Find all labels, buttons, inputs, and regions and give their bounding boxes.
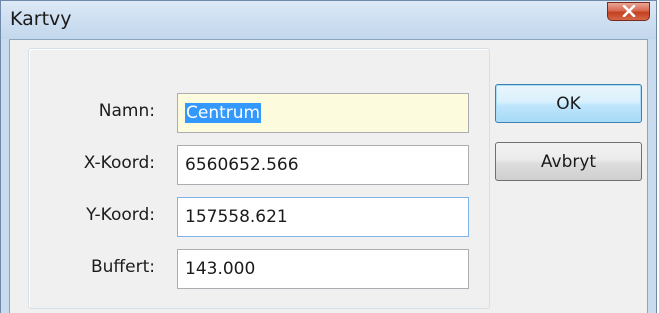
close-icon [622,2,636,21]
ok-button[interactable]: OK [495,84,642,123]
namn-input[interactable]: Centrum [177,93,469,133]
dialog-body: Namn: Centrum X-Koord: 6560652.566 Y-Koo… [9,39,648,313]
title-bar[interactable]: Kartvy [1,1,656,39]
cancel-button[interactable]: Avbryt [495,142,642,181]
buffert-label: Buffert: [91,257,155,277]
namn-label: Namn: [98,101,155,121]
dialog-window: Kartvy Namn: Centrum X-Koord: 6560652.56… [0,0,657,313]
fields-group: Namn: Centrum X-Koord: 6560652.566 Y-Koo… [28,48,490,309]
namn-value: Centrum [185,103,262,123]
y-koord-input[interactable]: 157558.621 [177,197,469,237]
buffert-input[interactable]: 143.000 [177,249,469,289]
x-koord-input[interactable]: 6560652.566 [177,145,469,185]
close-button[interactable] [607,2,650,21]
y-koord-label: Y-Koord: [86,205,155,225]
x-koord-label: X-Koord: [83,153,155,173]
window-title: Kartvy [10,8,72,30]
